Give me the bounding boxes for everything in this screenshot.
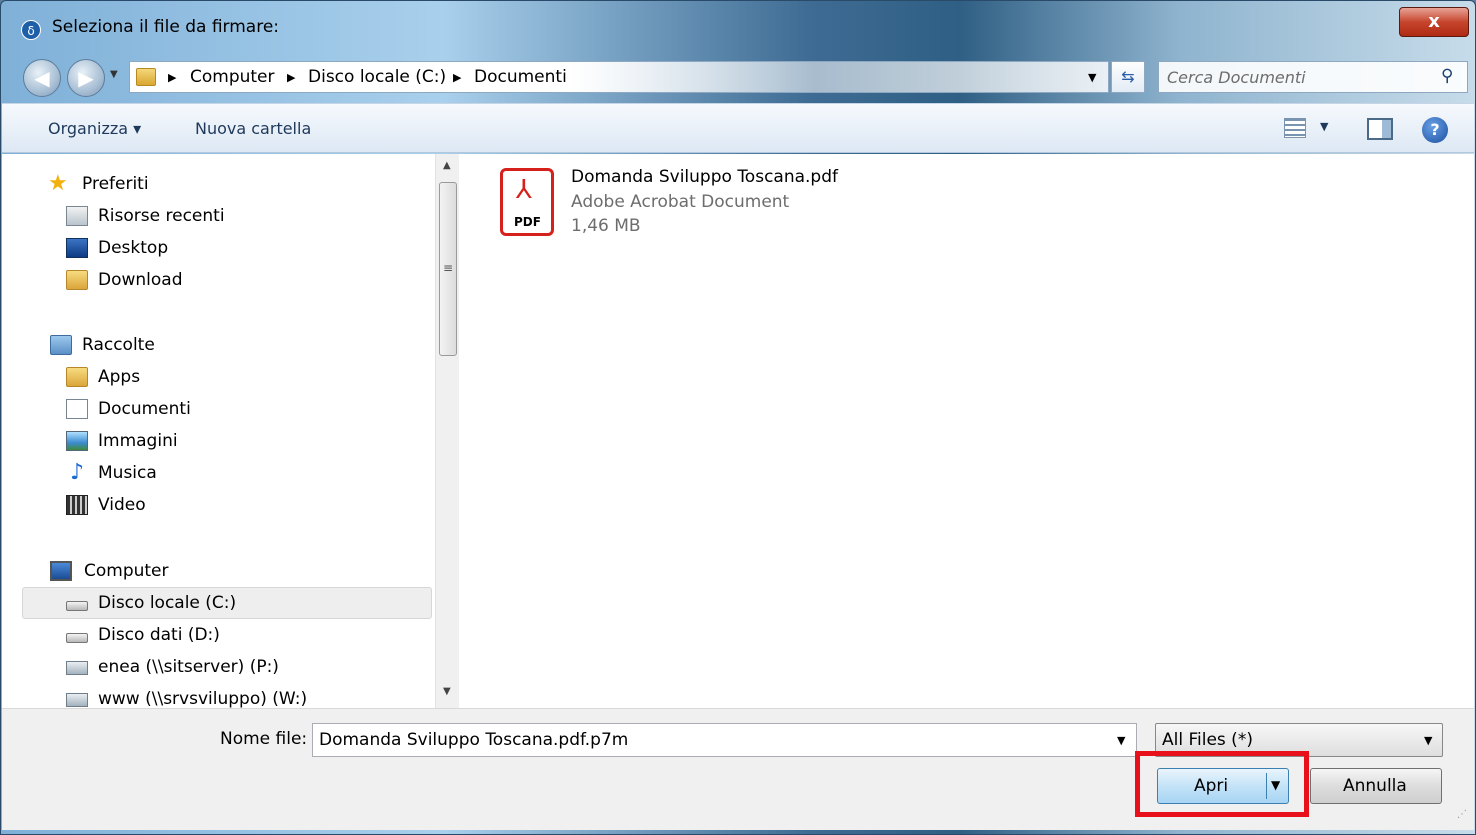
download-folder-icon <box>66 270 88 290</box>
scroll-up-icon[interactable]: ▲ <box>443 160 451 171</box>
filename-dropdown-icon[interactable]: ▼ <box>1117 734 1125 747</box>
music-note-icon: ♪ <box>69 460 85 485</box>
file-type: Adobe Acrobat Document <box>571 192 790 212</box>
close-button[interactable]: x <box>1399 7 1469 37</box>
sidebar-label: enea (\\sitserver) (P:) <box>98 657 279 677</box>
breadcrumb-arrow-icon[interactable]: ▶ <box>168 71 176 84</box>
recent-places-icon <box>66 206 88 226</box>
scroll-thumb[interactable]: ≡ <box>439 182 457 356</box>
breadcrumb-computer[interactable]: Computer <box>190 67 275 87</box>
back-button[interactable]: ◀ <box>23 59 61 97</box>
sidebar-label: Apps <box>98 367 141 387</box>
forward-button[interactable]: ▶ <box>67 59 105 97</box>
cancel-label: Annulla <box>1343 776 1407 796</box>
breadcrumb-arrow-icon[interactable]: ▶ <box>453 71 461 84</box>
sidebar-scrollbar[interactable]: ▲ ≡ ▼ <box>435 154 459 708</box>
organize-button[interactable]: Organizza ▾ <box>48 119 141 138</box>
view-options-icon[interactable] <box>1284 118 1306 138</box>
preview-pane-icon[interactable] <box>1367 118 1393 140</box>
breadcrumb-documenti[interactable]: Documenti <box>474 67 567 87</box>
scroll-down-icon[interactable]: ▼ <box>443 686 451 697</box>
app-icon: δ <box>21 20 41 40</box>
new-folder-button[interactable]: Nuova cartella <box>195 119 311 138</box>
command-toolbar: Organizza ▾ Nuova cartella ▼ ? <box>2 103 1474 153</box>
sidebar-label: Risorse recenti <box>98 206 225 226</box>
help-icon[interactable]: ? <box>1422 117 1448 143</box>
organize-label: Organizza <box>48 119 129 138</box>
star-icon: ★ <box>48 171 68 196</box>
network-drive-icon <box>66 693 88 707</box>
sidebar-label: Desktop <box>98 238 169 258</box>
navigation-pane[interactable]: ★ Preferiti Risorse recenti Desktop Down… <box>20 154 435 708</box>
libraries-icon <box>50 335 72 355</box>
sidebar-label: www (\\srvsviluppo) (W:) <box>98 689 308 708</box>
sidebar-label: Disco locale (C:) <box>98 593 237 613</box>
sidebar-label: Disco dati (D:) <box>98 625 220 645</box>
pdf-icon-label: PDF <box>514 215 541 229</box>
sidebar-label: Download <box>98 270 183 290</box>
folder-icon <box>66 367 88 387</box>
filetype-value: All Files (*) <box>1162 730 1253 750</box>
documents-icon <box>66 399 88 419</box>
pictures-icon <box>66 431 88 451</box>
acrobat-icon: ⅄ <box>516 175 532 205</box>
file-size: 1,46 MB <box>571 216 641 236</box>
sidebar-label: Documenti <box>98 399 191 419</box>
video-film-icon <box>66 495 88 515</box>
refresh-button[interactable]: ⇆ <box>1111 61 1145 93</box>
open-dropdown-icon[interactable]: ▼ <box>1271 778 1280 792</box>
folder-icon <box>136 68 156 86</box>
filetype-dropdown-icon[interactable]: ▼ <box>1424 734 1432 747</box>
resize-grip-icon[interactable]: ⋰ <box>1457 809 1467 820</box>
search-icon[interactable]: ⚲ <box>1441 66 1453 86</box>
navigation-bar: ◀ ▶ ▼ ▶ Computer ▶ Disco locale (C:) ▶ D… <box>1 53 1476 103</box>
sidebar-label: Preferiti <box>82 174 149 194</box>
filename-label: Nome file: <box>220 729 308 749</box>
hard-drive-icon <box>66 601 88 611</box>
filename-input[interactable] <box>319 729 1099 751</box>
network-drive-icon <box>66 661 88 675</box>
sidebar-label: Immagini <box>98 431 178 451</box>
filename-field[interactable]: ▼ <box>312 723 1137 757</box>
open-label: Apri <box>1194 776 1229 796</box>
content-area: ★ Preferiti Risorse recenti Desktop Down… <box>2 154 1474 708</box>
grip-icon: ≡ <box>443 261 454 275</box>
search-box[interactable]: ⚲ <box>1158 61 1468 93</box>
split-separator <box>1266 773 1267 799</box>
sidebar-label: Musica <box>98 463 157 483</box>
desktop-icon <box>66 238 88 258</box>
search-input[interactable] <box>1167 66 1427 88</box>
window-title: Seleziona il file da firmare: <box>52 17 280 37</box>
pdf-icon: ⅄ PDF <box>500 168 554 236</box>
address-dropdown-icon[interactable]: ▼ <box>1088 71 1096 84</box>
file-name[interactable]: Domanda Sviluppo Toscana.pdf <box>571 167 838 187</box>
view-dropdown-icon[interactable]: ▼ <box>1320 120 1328 133</box>
computer-icon <box>50 561 72 581</box>
sidebar-label: Computer <box>84 561 169 581</box>
file-open-dialog: δ Seleziona il file da firmare: x ◀ ▶ ▼ … <box>0 0 1476 835</box>
file-list[interactable]: ⅄ PDF Domanda Sviluppo Toscana.pdf Adobe… <box>460 154 1474 708</box>
dialog-footer: Nome file: ▼ All Files (*) ▼ Apri ▼ Annu… <box>2 708 1474 830</box>
cancel-button[interactable]: Annulla <box>1310 768 1442 804</box>
sidebar-label: Raccolte <box>82 335 155 355</box>
sidebar-label: Video <box>98 495 146 515</box>
open-button[interactable]: Apri ▼ <box>1157 768 1289 804</box>
recent-locations-dropdown[interactable]: ▼ <box>110 69 118 80</box>
hard-drive-icon <box>66 633 88 643</box>
breadcrumb-disco-locale[interactable]: Disco locale (C:) <box>308 67 446 87</box>
address-bar[interactable]: ▶ Computer ▶ Disco locale (C:) ▶ Documen… <box>129 61 1109 93</box>
title-bar[interactable]: δ Seleziona il file da firmare: x <box>1 1 1476 53</box>
breadcrumb-arrow-icon[interactable]: ▶ <box>287 71 295 84</box>
